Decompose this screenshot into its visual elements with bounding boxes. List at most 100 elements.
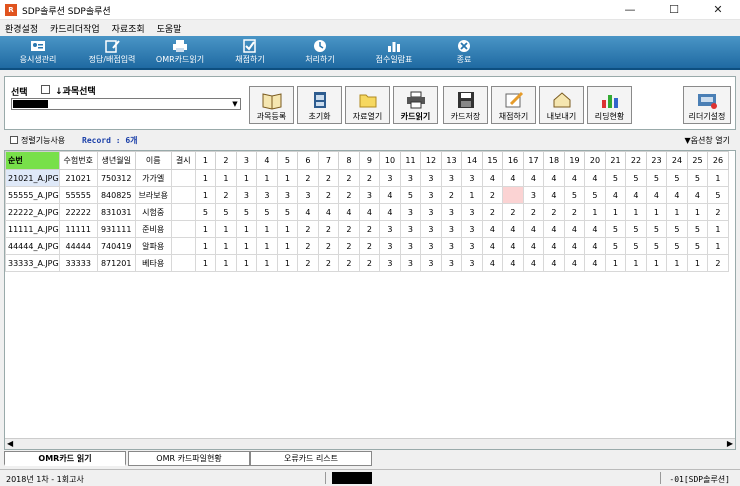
table-cell[interactable]: 4 bbox=[584, 254, 606, 272]
column-header[interactable]: 16 bbox=[502, 151, 524, 170]
table-cell[interactable]: 2 bbox=[481, 186, 504, 204]
table-cell[interactable]: 2 bbox=[481, 203, 504, 221]
table-cell[interactable]: 5 bbox=[276, 203, 299, 221]
table-cell[interactable]: 4 bbox=[543, 220, 565, 238]
table-cell[interactable]: 3 bbox=[461, 203, 483, 221]
table-cell[interactable]: 5 bbox=[645, 220, 668, 238]
table-cell[interactable]: 4 bbox=[481, 237, 504, 255]
table-cell-file[interactable]: 33333_A.JPG bbox=[5, 254, 60, 272]
menu-settings[interactable]: 환경설정 bbox=[0, 20, 42, 35]
table-cell[interactable]: 2 bbox=[358, 220, 381, 238]
column-header[interactable]: 2 bbox=[215, 151, 237, 170]
column-header[interactable]: 생년월일 bbox=[96, 151, 136, 170]
table-cell[interactable]: 3 bbox=[461, 169, 483, 187]
table-cell[interactable]: 3 bbox=[420, 203, 442, 221]
table-cell[interactable]: 3 bbox=[440, 237, 463, 255]
column-header[interactable]: 20 bbox=[584, 151, 606, 170]
table-cell[interactable]: 1 bbox=[645, 254, 668, 272]
table-cell[interactable]: 750312 bbox=[96, 169, 136, 187]
table-cell[interactable]: 2 bbox=[440, 186, 463, 204]
table-cell[interactable]: 1 bbox=[276, 237, 299, 255]
table-cell[interactable]: 3 bbox=[420, 169, 442, 187]
column-header[interactable]: 결시 bbox=[170, 151, 196, 170]
table-row[interactable]: 21021_A.JPG 21021 750312 가가엘 1 1 1 1 1 2 2 2 2 3 3 3 3 3 4… bbox=[5, 169, 729, 187]
table-cell[interactable]: 5 bbox=[666, 169, 688, 187]
table-cell[interactable]: 5 bbox=[604, 220, 627, 238]
table-row[interactable]: 44444_A.JPG 44444 740419 알파용 1 1 1 1 1 2 2 2 2 3 3 3 3 3 4… bbox=[5, 237, 729, 255]
table-cell[interactable]: 1 bbox=[256, 220, 278, 238]
table-cell-file[interactable]: 11111_A.JPG bbox=[5, 220, 60, 238]
table-cell[interactable]: 1 bbox=[276, 169, 299, 187]
table-cell[interactable]: 1 bbox=[235, 237, 258, 255]
table-cell[interactable]: 22222 bbox=[58, 203, 98, 221]
options-toggle[interactable]: ▼옵션창 열기 bbox=[685, 135, 731, 146]
table-cell[interactable]: 베타용 bbox=[134, 254, 172, 272]
table-cell[interactable]: 5 bbox=[399, 186, 422, 204]
save-card-button[interactable]: 카드저장 bbox=[443, 86, 488, 124]
toolbar-grading-button[interactable]: 채점하기 bbox=[214, 36, 286, 70]
table-cell[interactable]: 4 bbox=[358, 203, 381, 221]
column-header[interactable]: 22 bbox=[625, 151, 647, 170]
table-cell[interactable]: 4 bbox=[379, 203, 401, 221]
column-header[interactable]: 4 bbox=[256, 151, 278, 170]
table-cell[interactable]: 2 bbox=[297, 237, 319, 255]
table-cell[interactable]: 3 bbox=[420, 254, 442, 272]
table-cell[interactable]: 3 bbox=[420, 220, 442, 238]
column-header[interactable]: 10 bbox=[379, 151, 401, 170]
table-cell[interactable]: 2 bbox=[502, 203, 524, 221]
table-cell[interactable]: 5 bbox=[645, 169, 668, 187]
reading-status-button[interactable]: 리딩현황 bbox=[587, 86, 632, 124]
table-cell[interactable]: 4 bbox=[563, 169, 586, 187]
table-row[interactable]: 55555_A.JPG 55555 840825 브라보용 1 2 3 3 3 3 2 2 3 4 5 3 2 1… bbox=[5, 186, 729, 204]
table-cell[interactable]: 5 bbox=[625, 220, 647, 238]
table-cell[interactable]: 3 bbox=[399, 254, 422, 272]
table-cell[interactable]: 1 bbox=[256, 169, 278, 187]
table-cell[interactable] bbox=[170, 203, 196, 221]
table-cell[interactable]: 3 bbox=[276, 186, 299, 204]
table-cell[interactable]: 3 bbox=[440, 203, 463, 221]
table-cell[interactable]: 2 bbox=[338, 254, 360, 272]
table-cell-file[interactable]: 21021_A.JPG bbox=[5, 169, 60, 187]
table-cell[interactable]: 1 bbox=[194, 254, 217, 272]
table-cell[interactable]: 840825 bbox=[96, 186, 136, 204]
table-cell-file[interactable]: 44444_A.JPG bbox=[5, 237, 60, 255]
table-cell[interactable]: 3 bbox=[522, 186, 545, 204]
table-cell[interactable]: 4 bbox=[481, 254, 504, 272]
maximize-button[interactable]: ☐ bbox=[652, 0, 696, 20]
column-header[interactable]: 12 bbox=[420, 151, 442, 170]
open-data-button[interactable]: 자료열기 bbox=[345, 86, 390, 124]
table-cell[interactable]: 1 bbox=[194, 169, 217, 187]
toolbar-process-button[interactable]: 처리하기 bbox=[284, 36, 356, 70]
scroll-left-icon[interactable]: ◀ bbox=[7, 439, 13, 448]
tab-error-card-list[interactable]: 오류카드 리스트 bbox=[250, 451, 372, 466]
sort-checkbox[interactable] bbox=[10, 136, 18, 144]
table-cell[interactable]: 2 bbox=[338, 237, 360, 255]
read-card-button[interactable]: 카드읽기 bbox=[393, 86, 438, 124]
table-cell[interactable]: 4 bbox=[522, 237, 545, 255]
table-cell[interactable]: 4 bbox=[604, 186, 627, 204]
table-cell[interactable]: 1 bbox=[707, 237, 729, 255]
table-cell[interactable]: 3 bbox=[399, 237, 422, 255]
table-cell[interactable]: 4 bbox=[686, 186, 709, 204]
table-cell[interactable] bbox=[170, 220, 196, 238]
table-cell[interactable]: 4 bbox=[666, 186, 688, 204]
table-cell[interactable]: 3 bbox=[461, 254, 483, 272]
table-cell[interactable]: 3 bbox=[297, 186, 319, 204]
table-cell[interactable]: 3 bbox=[399, 203, 422, 221]
column-header[interactable]: 11 bbox=[399, 151, 422, 170]
column-header[interactable]: 9 bbox=[358, 151, 381, 170]
table-cell[interactable]: 3 bbox=[379, 237, 401, 255]
table-cell[interactable]: 740419 bbox=[96, 237, 136, 255]
table-cell[interactable] bbox=[170, 169, 196, 187]
table-cell[interactable]: 4 bbox=[481, 169, 504, 187]
table-cell[interactable]: 2 bbox=[358, 254, 381, 272]
table-cell[interactable]: 4 bbox=[522, 254, 545, 272]
table-row[interactable]: 33333_A.JPG 33333 871201 베타용 1 1 1 1 1 2 2 2 2 3 3 3 3 3 4… bbox=[5, 254, 729, 272]
table-cell[interactable]: 4 bbox=[317, 203, 340, 221]
table-cell[interactable]: 5 bbox=[686, 169, 709, 187]
table-cell[interactable]: 3 bbox=[440, 220, 463, 238]
table-cell[interactable]: 4 bbox=[584, 169, 606, 187]
menu-help[interactable]: 도움말 bbox=[152, 20, 186, 35]
table-cell[interactable]: 1 bbox=[645, 203, 668, 221]
window-close-button[interactable]: ✕ bbox=[696, 0, 740, 20]
